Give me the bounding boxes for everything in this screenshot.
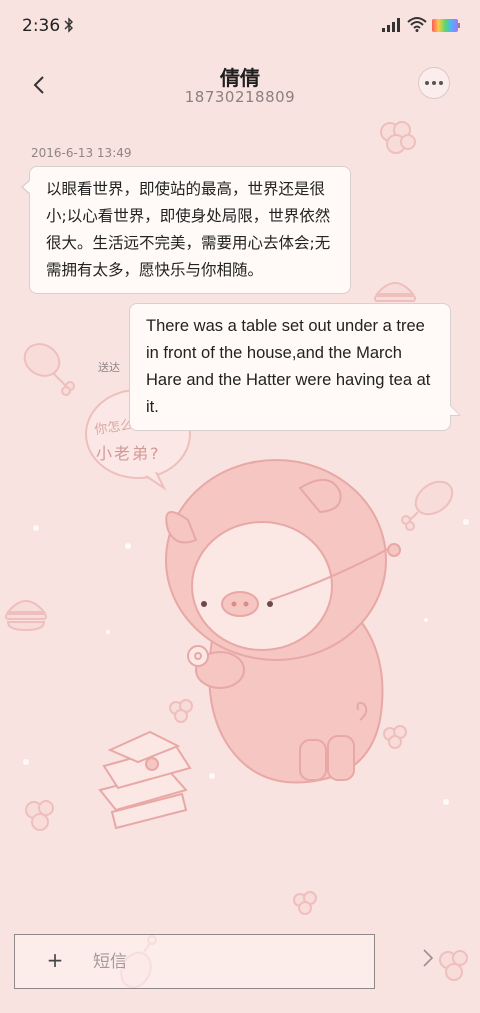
signal-icon	[382, 18, 400, 32]
send-button[interactable]	[416, 944, 440, 972]
chicken-leg-icon	[401, 480, 454, 531]
message-composer: +	[14, 934, 375, 989]
message-timestamp: 2016-6-13 13:49	[31, 146, 132, 160]
contact-number: 18730218809	[184, 88, 296, 106]
outgoing-message-bubble[interactable]: There was a table set out under a tree i…	[129, 303, 461, 431]
pizza-box-stack	[98, 730, 192, 830]
popcorn-icon	[25, 800, 54, 831]
popcorn-icon	[169, 699, 193, 723]
popcorn-icon	[380, 121, 416, 154]
popcorn-icon	[293, 891, 317, 915]
bluetooth-icon	[64, 17, 73, 33]
wifi-icon	[407, 17, 427, 32]
contact-name: 倩倩	[220, 66, 260, 90]
more-horizontal-icon	[425, 81, 429, 85]
outgoing-message-text: There was a table set out under a tree i…	[146, 317, 431, 416]
chicken-leg-icon	[23, 343, 75, 396]
add-attachment-button[interactable]: +	[45, 948, 65, 972]
pig-illustration	[165, 459, 401, 784]
popcorn-icon	[439, 950, 468, 981]
incoming-message-text: 以眼看世界，即使站的最高，世界还是很小;以心看世界，即使身处局限，世界依然很大。…	[46, 180, 331, 279]
more-options-button[interactable]	[418, 67, 450, 99]
conversation-header: 倩倩 18730218809	[0, 56, 480, 112]
more-dot	[432, 81, 436, 85]
battery-icon	[432, 19, 460, 32]
delivery-status: 送达	[98, 361, 120, 374]
incoming-message-bubble[interactable]: 以眼看世界，即使站的最高，世界还是很小;以心看世界，即使身处局限，世界依然很大。…	[21, 166, 351, 294]
popcorn-icon	[383, 725, 407, 749]
chevron-right-icon	[423, 949, 434, 967]
status-time: 2:36	[22, 16, 61, 36]
more-dot	[439, 81, 443, 85]
burger-icon	[5, 600, 47, 632]
status-bar: 2:36	[0, 0, 480, 52]
wallpaper-speech-bottom: 小老弟?	[96, 444, 161, 463]
message-input[interactable]	[91, 945, 365, 979]
